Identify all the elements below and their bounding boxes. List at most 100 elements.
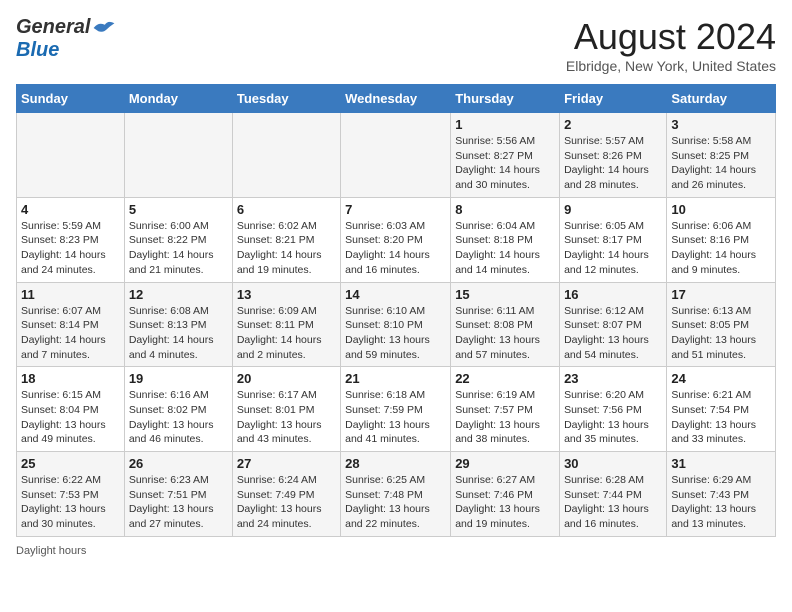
day-number: 26 <box>129 456 228 471</box>
calendar-body: 1 Sunrise: 5:56 AM Sunset: 8:27 PM Daylig… <box>17 113 776 537</box>
calendar-day-header: Saturday <box>667 85 776 113</box>
calendar-cell: 11Sunrise: 6:07 AM Sunset: 8:14 PM Dayli… <box>17 282 125 367</box>
calendar-cell: 2Sunrise: 5:57 AM Sunset: 8:26 PM Daylig… <box>560 113 667 198</box>
day-number: 2 <box>564 117 662 132</box>
calendar-cell: 1 Sunrise: 5:56 AM Sunset: 8:27 PM Daylig… <box>451 113 560 198</box>
logo-bird-icon <box>92 18 116 38</box>
calendar-cell: 21 Sunrise: 6:18 AM Sunset: 7:59 PM Dayli… <box>341 367 451 452</box>
day-number: 27 <box>237 456 336 471</box>
day-number: 1 <box>455 117 555 132</box>
calendar-cell: 26Sunrise: 6:23 AM Sunset: 7:51 PM Dayli… <box>124 452 232 537</box>
calendar-cell: 18 Sunrise: 6:15 AM Sunset: 8:04 PM Dayli… <box>17 367 125 452</box>
calendar-cell <box>17 113 125 198</box>
day-info: Sunrise: 6:16 AM Sunset: 8:02 PM Dayligh… <box>129 388 228 447</box>
day-info: Sunrise: 5:58 AM Sunset: 8:25 PM Dayligh… <box>671 134 771 193</box>
calendar-cell: 22 Sunrise: 6:19 AM Sunset: 7:57 PM Dayli… <box>451 367 560 452</box>
calendar-day-header: Tuesday <box>232 85 340 113</box>
day-info: Sunrise: 6:11 AM Sunset: 8:08 PM Dayligh… <box>455 304 555 363</box>
calendar-cell: 7 Sunrise: 6:03 AM Sunset: 8:20 PM Daylig… <box>341 197 451 282</box>
day-number: 8 <box>455 202 555 217</box>
calendar-cell: 17Sunrise: 6:13 AM Sunset: 8:05 PM Dayli… <box>667 282 776 367</box>
day-number: 17 <box>671 287 771 302</box>
day-info: Sunrise: 6:06 AM Sunset: 8:16 PM Dayligh… <box>671 219 771 278</box>
calendar-cell: 12 Sunrise: 6:08 AM Sunset: 8:13 PM Dayli… <box>124 282 232 367</box>
calendar-cell: 10 Sunrise: 6:06 AM Sunset: 8:16 PM Dayli… <box>667 197 776 282</box>
day-number: 18 <box>21 371 120 386</box>
day-number: 16 <box>564 287 662 302</box>
calendar-cell: 13Sunrise: 6:09 AM Sunset: 8:11 PM Dayli… <box>232 282 340 367</box>
calendar-day-header: Friday <box>560 85 667 113</box>
day-number: 20 <box>237 371 336 386</box>
day-number: 22 <box>455 371 555 386</box>
calendar-week-row: 11Sunrise: 6:07 AM Sunset: 8:14 PM Dayli… <box>17 282 776 367</box>
day-number: 14 <box>345 287 446 302</box>
day-number: 10 <box>671 202 771 217</box>
calendar-table: SundayMondayTuesdayWednesdayThursdayFrid… <box>16 84 776 537</box>
calendar-day-header: Monday <box>124 85 232 113</box>
calendar-day-header: Wednesday <box>341 85 451 113</box>
calendar-subtitle: Elbridge, New York, United States <box>566 58 776 74</box>
day-number: 12 <box>129 287 228 302</box>
calendar-cell: 29 Sunrise: 6:27 AM Sunset: 7:46 PM Dayli… <box>451 452 560 537</box>
calendar-cell: 20 Sunrise: 6:17 AM Sunset: 8:01 PM Dayli… <box>232 367 340 452</box>
day-number: 31 <box>671 456 771 471</box>
day-info: Sunrise: 6:08 AM Sunset: 8:13 PM Dayligh… <box>129 304 228 363</box>
day-number: 19 <box>129 371 228 386</box>
calendar-cell: 8 Sunrise: 6:04 AM Sunset: 8:18 PM Daylig… <box>451 197 560 282</box>
logo-blue-text: Blue <box>16 39 59 61</box>
calendar-cell: 3 Sunrise: 5:58 AM Sunset: 8:25 PM Daylig… <box>667 113 776 198</box>
calendar-week-row: 1 Sunrise: 5:56 AM Sunset: 8:27 PM Daylig… <box>17 113 776 198</box>
day-number: 7 <box>345 202 446 217</box>
day-number: 9 <box>564 202 662 217</box>
day-number: 3 <box>671 117 771 132</box>
calendar-cell: 14 Sunrise: 6:10 AM Sunset: 8:10 PM Dayli… <box>341 282 451 367</box>
calendar-cell: 28Sunrise: 6:25 AM Sunset: 7:48 PM Dayli… <box>341 452 451 537</box>
day-info: Sunrise: 6:03 AM Sunset: 8:20 PM Dayligh… <box>345 219 446 278</box>
day-number: 30 <box>564 456 662 471</box>
day-number: 11 <box>21 287 120 302</box>
day-info: Sunrise: 6:27 AM Sunset: 7:46 PM Dayligh… <box>455 473 555 532</box>
day-number: 28 <box>345 456 446 471</box>
day-info: Sunrise: 6:17 AM Sunset: 8:01 PM Dayligh… <box>237 388 336 447</box>
day-info: Sunrise: 6:10 AM Sunset: 8:10 PM Dayligh… <box>345 304 446 363</box>
day-info: Sunrise: 6:18 AM Sunset: 7:59 PM Dayligh… <box>345 388 446 447</box>
calendar-cell: 27 Sunrise: 6:24 AM Sunset: 7:49 PM Dayli… <box>232 452 340 537</box>
calendar-week-row: 4Sunrise: 5:59 AM Sunset: 8:23 PM Daylig… <box>17 197 776 282</box>
day-number: 24 <box>671 371 771 386</box>
day-number: 15 <box>455 287 555 302</box>
day-info: Sunrise: 6:15 AM Sunset: 8:04 PM Dayligh… <box>21 388 120 447</box>
day-info: Sunrise: 6:29 AM Sunset: 7:43 PM Dayligh… <box>671 473 771 532</box>
logo: General Blue <box>16 16 116 62</box>
calendar-cell: 24 Sunrise: 6:21 AM Sunset: 7:54 PM Dayli… <box>667 367 776 452</box>
day-number: 6 <box>237 202 336 217</box>
day-info: Sunrise: 6:20 AM Sunset: 7:56 PM Dayligh… <box>564 388 662 447</box>
calendar-cell: 23 Sunrise: 6:20 AM Sunset: 7:56 PM Dayli… <box>560 367 667 452</box>
day-info: Sunrise: 6:24 AM Sunset: 7:49 PM Dayligh… <box>237 473 336 532</box>
calendar-cell: 19 Sunrise: 6:16 AM Sunset: 8:02 PM Dayli… <box>124 367 232 452</box>
day-info: Sunrise: 6:28 AM Sunset: 7:44 PM Dayligh… <box>564 473 662 532</box>
calendar-day-header: Sunday <box>17 85 125 113</box>
day-info: Sunrise: 6:00 AM Sunset: 8:22 PM Dayligh… <box>129 219 228 278</box>
day-number: 13 <box>237 287 336 302</box>
footer-note: Daylight hours <box>16 545 776 557</box>
day-info: Sunrise: 6:19 AM Sunset: 7:57 PM Dayligh… <box>455 388 555 447</box>
calendar-cell <box>341 113 451 198</box>
day-info: Sunrise: 6:21 AM Sunset: 7:54 PM Dayligh… <box>671 388 771 447</box>
calendar-title: August 2024 <box>566 16 776 58</box>
day-number: 23 <box>564 371 662 386</box>
day-number: 21 <box>345 371 446 386</box>
day-info: Sunrise: 5:59 AM Sunset: 8:23 PM Dayligh… <box>21 219 120 278</box>
day-info: Sunrise: 6:05 AM Sunset: 8:17 PM Dayligh… <box>564 219 662 278</box>
day-info: Sunrise: 6:04 AM Sunset: 8:18 PM Dayligh… <box>455 219 555 278</box>
day-info: Sunrise: 5:56 AM Sunset: 8:27 PM Dayligh… <box>455 134 555 193</box>
logo-general-text: General <box>16 16 90 39</box>
calendar-cell: 31 Sunrise: 6:29 AM Sunset: 7:43 PM Dayli… <box>667 452 776 537</box>
calendar-week-row: 25Sunrise: 6:22 AM Sunset: 7:53 PM Dayli… <box>17 452 776 537</box>
calendar-cell <box>232 113 340 198</box>
calendar-day-header: Thursday <box>451 85 560 113</box>
calendar-cell: 9 Sunrise: 6:05 AM Sunset: 8:17 PM Daylig… <box>560 197 667 282</box>
calendar-cell: 4Sunrise: 5:59 AM Sunset: 8:23 PM Daylig… <box>17 197 125 282</box>
calendar-header-row: SundayMondayTuesdayWednesdayThursdayFrid… <box>17 85 776 113</box>
calendar-cell: 6Sunrise: 6:02 AM Sunset: 8:21 PM Daylig… <box>232 197 340 282</box>
day-number: 29 <box>455 456 555 471</box>
